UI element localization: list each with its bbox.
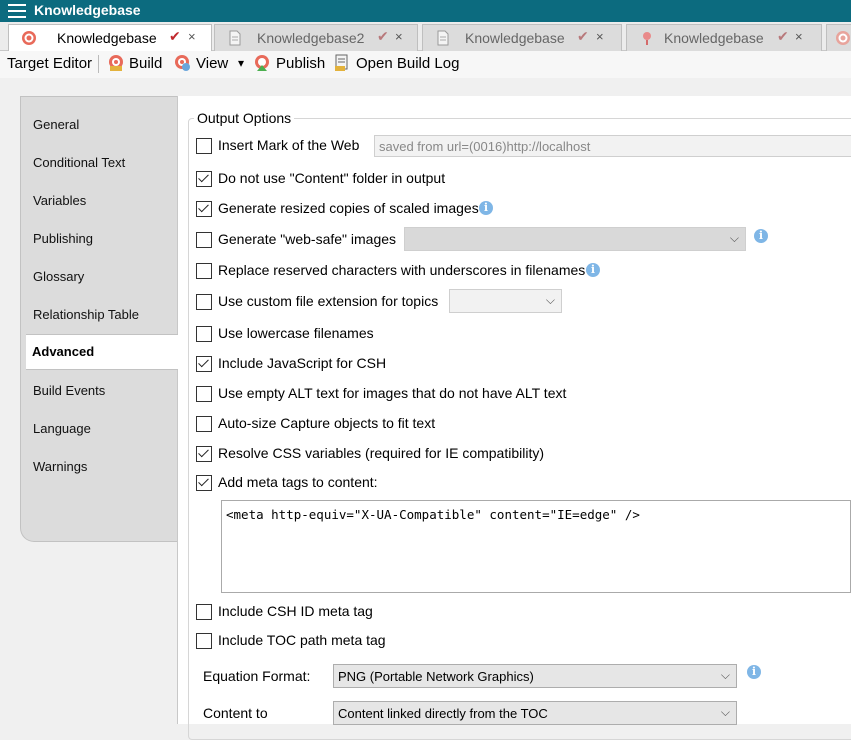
- meta-tags-textarea[interactable]: <meta http-equiv="X-UA-Compatible" conte…: [221, 500, 851, 593]
- auto-size-capture-checkbox[interactable]: [196, 416, 212, 432]
- window-title: Knowledgebase: [34, 2, 141, 18]
- resolve-css-variables-checkbox[interactable]: [196, 446, 212, 462]
- settings-nav: General Conditional Text Variables Publi…: [20, 96, 178, 542]
- nav-item-publishing[interactable]: Publishing: [33, 231, 93, 246]
- info-icon[interactable]: i: [479, 201, 493, 215]
- built-check-icon: ✔: [577, 28, 589, 44]
- tab-knowledgebase-active[interactable]: Knowledgebase ✔ ×: [8, 24, 212, 52]
- built-check-icon: ✔: [169, 28, 181, 44]
- tab-knowledgebase2[interactable]: Knowledgebase2 ✔ ×: [214, 24, 418, 51]
- option-label: Auto-size Capture objects to fit text: [218, 415, 436, 431]
- close-tab-icon[interactable]: ×: [596, 29, 604, 44]
- option-label: Include TOC path meta tag: [218, 632, 386, 648]
- option-label: Resolve CSS variables (required for IE c…: [218, 445, 545, 461]
- chevron-down-icon: ⌵: [729, 231, 739, 245]
- content-to-label: Content to: [203, 705, 268, 721]
- pin-icon: [643, 32, 651, 45]
- info-icon[interactable]: i: [747, 665, 761, 679]
- nav-item-variables[interactable]: Variables: [33, 193, 86, 208]
- equation-format-select[interactable]: PNG (Portable Network Graphics) ⌵: [333, 664, 737, 688]
- toc-path-meta-checkbox[interactable]: [196, 633, 212, 649]
- web-safe-images-checkbox[interactable]: [196, 232, 212, 248]
- toolbar: Target Editor Build View ▾ Publish Open …: [0, 51, 851, 78]
- web-safe-format-select[interactable]: ⌵: [404, 227, 746, 251]
- csh-id-meta-checkbox[interactable]: [196, 604, 212, 620]
- tab-knowledgebase-4[interactable]: Knowledgebase ✔ ×: [626, 24, 822, 51]
- tab-label: Knowledgebase: [57, 30, 157, 46]
- option-label: Do not use "Content" folder in output: [218, 170, 446, 186]
- tab-overflow[interactable]: [826, 24, 851, 51]
- built-check-icon: ✔: [377, 28, 389, 44]
- lowercase-filenames-checkbox[interactable]: [196, 326, 212, 342]
- tab-label: Knowledgebase: [465, 30, 565, 46]
- close-tab-icon[interactable]: ×: [795, 29, 803, 44]
- open-build-log-button[interactable]: Open Build Log: [356, 55, 459, 72]
- hamburger-menu-icon[interactable]: [8, 4, 26, 18]
- no-content-folder-checkbox[interactable]: [196, 171, 212, 187]
- option-label: Use custom file extension for topics: [218, 293, 439, 309]
- option-label: Add meta tags to content:: [218, 474, 378, 490]
- content-to-value: Content linked directly from the TOC: [338, 706, 548, 721]
- document-icon: [437, 30, 449, 46]
- chevron-down-icon: ⌵: [545, 293, 555, 307]
- nav-item-warnings[interactable]: Warnings: [33, 459, 87, 474]
- nav-item-glossary[interactable]: Glossary: [33, 269, 84, 284]
- resized-images-checkbox[interactable]: [196, 201, 212, 217]
- build-log-icon[interactable]: [333, 54, 351, 72]
- file-extension-select[interactable]: ⌵: [449, 289, 562, 313]
- toolbar-separator: [98, 55, 99, 73]
- nav-item-language[interactable]: Language: [33, 421, 91, 436]
- content-to-select[interactable]: Content linked directly from the TOC ⌵: [333, 701, 737, 725]
- option-label: Generate "web-safe" images: [218, 231, 397, 247]
- option-label: Include CSH ID meta tag: [218, 603, 373, 619]
- nav-item-general[interactable]: General: [33, 117, 79, 132]
- view-dropdown-icon[interactable]: ▾: [238, 56, 244, 70]
- target-icon: [836, 31, 850, 45]
- build-icon[interactable]: [107, 54, 125, 72]
- option-label: Include JavaScript for CSH: [218, 355, 387, 371]
- add-meta-tags-checkbox[interactable]: [196, 475, 212, 491]
- close-tab-icon[interactable]: ×: [188, 29, 196, 44]
- built-check-icon: ✔: [777, 28, 789, 44]
- nav-item-build-events[interactable]: Build Events: [33, 383, 105, 398]
- empty-alt-text-checkbox[interactable]: [196, 386, 212, 402]
- publish-icon[interactable]: [253, 54, 271, 72]
- target-icon: [22, 31, 36, 45]
- tab-label: Knowledgebase: [664, 30, 764, 46]
- mark-of-web-input[interactable]: saved from url=(0016)http://localhost: [374, 135, 851, 157]
- chevron-down-icon: ⌵: [720, 668, 730, 682]
- view-icon[interactable]: [173, 54, 191, 72]
- nav-item-relationship-table[interactable]: Relationship Table: [33, 307, 139, 322]
- view-button[interactable]: View: [196, 55, 228, 72]
- option-label: Insert Mark of the Web: [218, 137, 360, 153]
- javascript-csh-checkbox[interactable]: [196, 356, 212, 372]
- info-icon[interactable]: i: [754, 229, 768, 243]
- nav-item-advanced[interactable]: Advanced: [26, 334, 178, 370]
- chevron-down-icon: ⌵: [720, 705, 730, 719]
- option-label: Replace reserved characters with undersc…: [218, 262, 586, 278]
- target-editor-label: Target Editor: [7, 55, 93, 72]
- option-label: Use lowercase filenames: [218, 325, 374, 341]
- publish-button[interactable]: Publish: [276, 55, 325, 72]
- nav-item-label: Advanced: [32, 344, 95, 359]
- document-icon: [229, 30, 241, 46]
- reserved-chars-checkbox[interactable]: [196, 263, 212, 279]
- tab-strip: Knowledgebase ✔ × Knowledgebase2 ✔ × Kno…: [0, 22, 851, 52]
- option-label: Generate resized copies of scaled images: [218, 200, 479, 216]
- insert-mark-of-web-checkbox[interactable]: [196, 138, 212, 154]
- title-bar: Knowledgebase: [0, 0, 851, 22]
- custom-extension-checkbox[interactable]: [196, 294, 212, 310]
- close-tab-icon[interactable]: ×: [395, 29, 403, 44]
- info-icon[interactable]: i: [586, 263, 600, 277]
- build-button[interactable]: Build: [129, 55, 162, 72]
- tab-knowledgebase-3[interactable]: Knowledgebase ✔ ×: [422, 24, 622, 51]
- tab-label: Knowledgebase2: [257, 30, 365, 46]
- equation-format-label: Equation Format:: [203, 668, 311, 684]
- option-label: Use empty ALT text for images that do no…: [218, 385, 567, 401]
- nav-item-conditional-text[interactable]: Conditional Text: [33, 155, 125, 170]
- output-options-title: Output Options: [194, 110, 295, 126]
- equation-format-value: PNG (Portable Network Graphics): [338, 669, 534, 684]
